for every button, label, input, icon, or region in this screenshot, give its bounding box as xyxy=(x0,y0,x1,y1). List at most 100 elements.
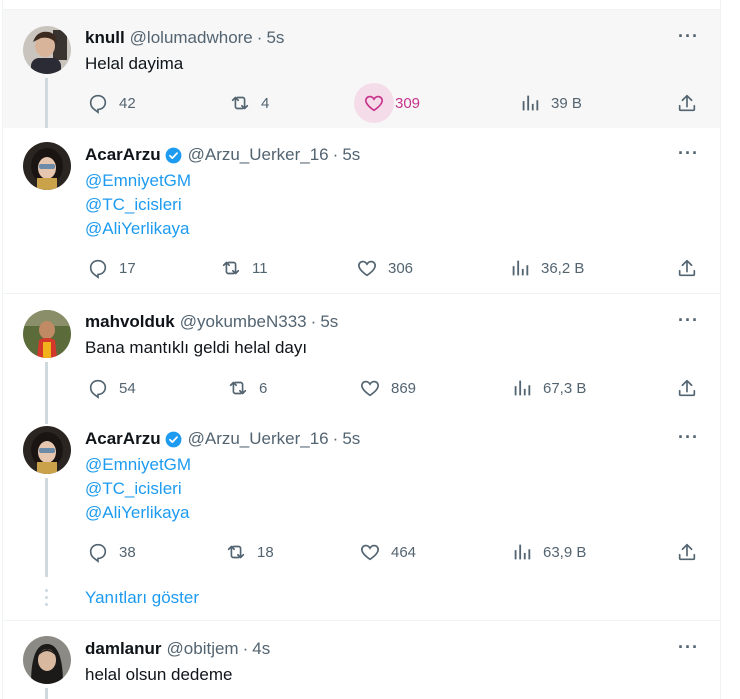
retweet-count: 6 xyxy=(259,379,268,397)
reply-icon xyxy=(89,94,107,114)
show-replies-link[interactable]: Yanıtları göster xyxy=(85,588,199,608)
like-button[interactable]: 306 xyxy=(356,257,413,279)
tweet[interactable]: AcarArzu @Arzu_Uerker_16 · 5s ··· @Emniy… xyxy=(3,412,720,577)
like-count: 309 xyxy=(395,94,421,112)
retweet-button[interactable]: 4 xyxy=(229,92,269,114)
retweet-button[interactable]: 18 xyxy=(225,541,274,563)
action-bar: 38 18 464 63,9 B xyxy=(3,532,720,572)
avatar[interactable] xyxy=(23,142,71,190)
like-button[interactable]: 869 xyxy=(359,377,416,399)
view-count: 67,3 B xyxy=(543,379,587,397)
mention-link[interactable]: @EmniyetGM xyxy=(85,453,191,477)
more-options-icon[interactable]: ··· xyxy=(678,143,699,164)
tweet-text: Bana mantıklı geldi helal dayı xyxy=(85,338,308,357)
timestamp[interactable]: 5s xyxy=(266,28,284,48)
heart-icon xyxy=(365,95,383,112)
timestamp[interactable]: 5s xyxy=(320,312,338,332)
heart-icon xyxy=(361,544,379,561)
tweet[interactable]: AcarArzu @Arzu_Uerker_16 · 5s ··· @Emniy… xyxy=(3,128,720,293)
views-button[interactable]: 63,9 B xyxy=(511,541,586,563)
view-count: 63,9 B xyxy=(543,543,587,561)
author-name[interactable]: damlanur xyxy=(85,639,162,659)
tweet-header: AcarArzu @Arzu_Uerker_16 · 5s xyxy=(85,429,360,449)
like-count: 464 xyxy=(391,543,417,561)
author-name[interactable]: knull xyxy=(85,28,125,48)
author-handle[interactable]: @obitjem xyxy=(167,639,239,659)
avatar[interactable] xyxy=(23,310,71,358)
author-handle[interactable]: @Arzu_Uerker_16 xyxy=(188,145,329,165)
avatar[interactable] xyxy=(23,26,71,74)
views-icon xyxy=(514,380,531,396)
mention-link[interactable]: @TC_icisleri xyxy=(85,193,191,217)
action-bar: 17 11 306 36,2 B xyxy=(3,248,720,288)
views-button[interactable]: 36,2 B xyxy=(509,257,584,279)
heart-icon xyxy=(358,260,376,277)
views-icon xyxy=(522,95,539,111)
separator-dot: · xyxy=(332,145,339,164)
separator-dot: · xyxy=(256,28,263,47)
share-button[interactable] xyxy=(676,541,698,563)
views-icon xyxy=(514,544,531,560)
timeline-feed: knull @lolumadwhore · 5s ··· Helal dayim… xyxy=(2,0,721,699)
views-icon xyxy=(512,260,529,276)
share-button[interactable] xyxy=(676,257,698,279)
timestamp[interactable]: 5s xyxy=(342,145,360,165)
mention-link[interactable]: @TC_icisleri xyxy=(85,477,191,501)
action-bar: 54 6 869 67,3 B xyxy=(3,368,720,408)
like-count: 869 xyxy=(391,379,417,397)
verified-badge-icon xyxy=(165,431,182,447)
author-name[interactable]: AcarArzu xyxy=(85,145,161,165)
share-button[interactable] xyxy=(676,92,698,114)
tweet[interactable]: knull @lolumadwhore · 5s ··· Helal dayim… xyxy=(3,10,720,128)
view-count: 39 B xyxy=(551,94,582,112)
mention-link[interactable]: @AliYerlikaya xyxy=(85,501,191,525)
mention-link[interactable]: @AliYerlikaya xyxy=(85,217,191,241)
author-name[interactable]: mahvolduk xyxy=(85,312,175,332)
tweet[interactable]: mahvolduk @yokumbeN333 · 5s ··· Bana man… xyxy=(3,294,720,412)
reply-count: 54 xyxy=(119,379,136,397)
author-handle[interactable]: @lolumadwhore xyxy=(130,28,253,48)
views-button[interactable]: 39 B xyxy=(519,92,582,114)
more-options-icon[interactable]: ··· xyxy=(678,310,699,331)
tweet-text: @EmniyetGM @TC_icisleri @AliYerlikaya xyxy=(85,169,191,241)
retweet-count: 4 xyxy=(261,94,270,112)
avatar[interactable] xyxy=(23,636,71,684)
share-icon xyxy=(678,259,696,277)
separator-dot: · xyxy=(242,639,249,658)
reply-button[interactable]: 17 xyxy=(87,257,136,279)
reply-icon xyxy=(89,259,107,279)
like-button[interactable]: 464 xyxy=(359,541,416,563)
share-icon xyxy=(678,379,696,397)
share-button[interactable] xyxy=(676,377,698,399)
tweet-text: Helal dayima xyxy=(85,54,184,73)
timestamp[interactable]: 4s xyxy=(252,639,270,659)
more-options-icon[interactable]: ··· xyxy=(678,26,699,47)
retweet-icon xyxy=(229,381,247,395)
tweet-text: helal olsun dedeme xyxy=(85,665,233,684)
retweet-icon xyxy=(227,545,245,559)
tweet-header: knull @lolumadwhore · 5s xyxy=(85,28,284,48)
mention-link[interactable]: @EmniyetGM xyxy=(85,169,191,193)
reply-count: 42 xyxy=(119,94,136,112)
more-options-icon[interactable]: ··· xyxy=(678,427,699,448)
reply-button[interactable]: 54 xyxy=(87,377,136,399)
retweet-count: 18 xyxy=(257,543,274,561)
reply-button[interactable]: 42 xyxy=(87,92,136,114)
tweet-text: @EmniyetGM @TC_icisleri @AliYerlikaya xyxy=(85,453,191,525)
tweet-header: mahvolduk @yokumbeN333 · 5s xyxy=(85,312,338,332)
timestamp[interactable]: 5s xyxy=(342,429,360,449)
reply-button[interactable]: 38 xyxy=(87,541,136,563)
verified-badge-icon xyxy=(165,147,182,163)
more-options-icon[interactable]: ··· xyxy=(678,637,699,658)
avatar[interactable] xyxy=(23,426,71,474)
author-name[interactable]: AcarArzu xyxy=(85,429,161,449)
author-handle[interactable]: @yokumbeN333 xyxy=(180,312,307,332)
retweet-button[interactable]: 11 xyxy=(220,257,268,279)
like-button[interactable]: 309 xyxy=(363,92,420,114)
retweet-button[interactable]: 6 xyxy=(227,377,267,399)
share-icon xyxy=(678,94,696,112)
author-handle[interactable]: @Arzu_Uerker_16 xyxy=(188,429,329,449)
views-button[interactable]: 67,3 B xyxy=(511,377,586,399)
thread-line xyxy=(45,688,48,699)
tweet[interactable]: damlanur @obitjem · 4s ··· helal olsun d… xyxy=(3,621,720,699)
